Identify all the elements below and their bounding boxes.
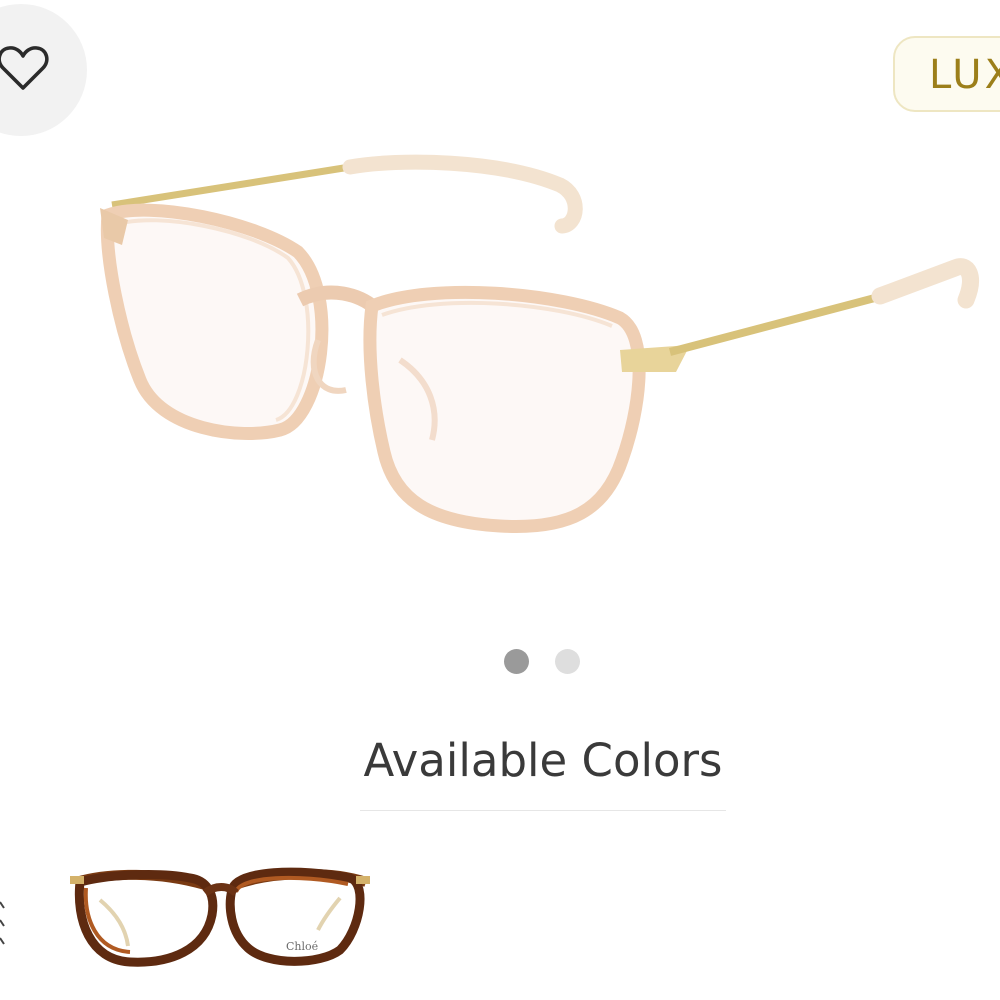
product-image[interactable]	[0, 130, 1000, 590]
color-swatch-tortoise[interactable]: Chloé	[62, 850, 380, 980]
lux-badge: LUX	[893, 36, 1000, 112]
favorite-button[interactable]	[0, 4, 87, 136]
available-colors-heading: Available Colors	[363, 734, 723, 787]
scroll-left-chevron-icon[interactable]	[0, 898, 6, 948]
heart-outline-icon	[0, 46, 49, 90]
carousel-dot[interactable]	[555, 649, 580, 674]
carousel-indicator	[504, 649, 580, 674]
temple-logo-text: Chloé	[286, 940, 318, 953]
badge-label: LUX	[929, 52, 1000, 98]
carousel-dot-active[interactable]	[504, 649, 529, 674]
heading-divider	[360, 810, 726, 811]
